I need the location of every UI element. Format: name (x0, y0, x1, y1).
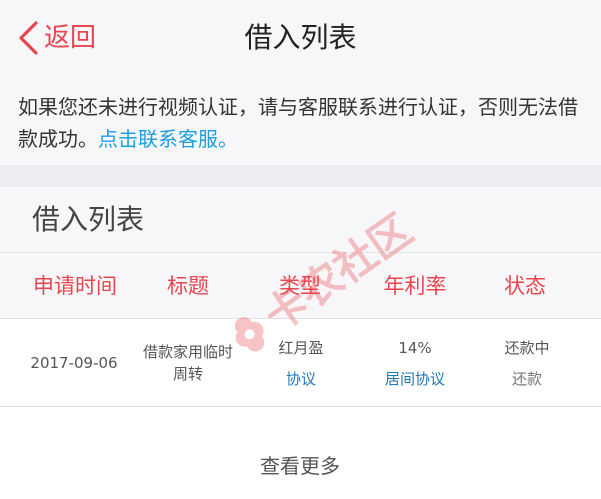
header-title: 标题 (167, 274, 209, 298)
section-title: 借入列表 (32, 203, 145, 236)
load-more-area: 查看更多 (0, 407, 601, 499)
table-header: 申请时间 标题 类型 年利率 状态 (0, 253, 601, 319)
loan-title-line1: 借款家用临时 (142, 343, 233, 361)
loan-status: 还款中 (504, 339, 550, 357)
intermediary-agreement-link[interactable]: 居间协议 (365, 368, 465, 390)
contact-service-link[interactable]: 点击联系客服。 (98, 127, 238, 151)
section-header: 借入列表 (0, 187, 601, 253)
page-title: 借入列表 (244, 21, 357, 54)
header-annual-rate: 年利率 (383, 274, 447, 298)
annual-rate: 14% (398, 339, 432, 357)
apply-date: 2017-09-06 (30, 354, 118, 372)
view-more-button[interactable]: 查看更多 (200, 451, 400, 481)
header-type: 类型 (279, 274, 321, 298)
loan-type: 红月盈 (278, 339, 324, 357)
loan-title: 借款家用临时 周转 (132, 341, 244, 385)
loan-title-line2: 周转 (172, 365, 203, 383)
verification-notice: 如果您还未进行视频认证，请与客服联系进行认证，否则无法借款成功。点击联系客服。 (0, 76, 601, 165)
section-divider (0, 165, 601, 187)
header-apply-time: 申请时间 (33, 274, 117, 298)
nav-bar: 返回 借入列表 (0, 0, 601, 76)
table-row: 2017-09-06 借款家用临时 周转 红月盈 协议 14% 居间协议 还款中… (0, 319, 601, 407)
repay-button[interactable]: 还款 (482, 368, 572, 390)
agreement-link[interactable]: 协议 (255, 368, 347, 390)
header-status: 状态 (504, 274, 546, 298)
